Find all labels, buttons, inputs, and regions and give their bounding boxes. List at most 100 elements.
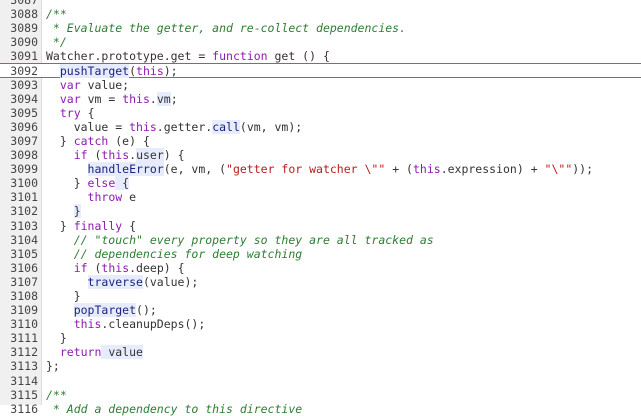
code-line[interactable]: 3103 } finally { [0, 219, 641, 233]
code-line[interactable]: 3093 var value; [0, 78, 641, 92]
line-number: 3098 [10, 148, 38, 163]
code-token: finally [73, 218, 123, 233]
code-line[interactable]: 3097 } catch (e) { [0, 134, 641, 148]
code-token: if [73, 260, 88, 275]
line-number: 3106 [10, 260, 38, 275]
code-token: popTarget [73, 303, 137, 318]
line-code: handleError(e, vm, ("getter for watcher … [46, 162, 594, 177]
line-number: 3107 [10, 274, 38, 289]
code-token: } [46, 331, 67, 346]
code-token: . [149, 91, 157, 106]
code-token: user [136, 148, 164, 163]
line-code: var value; [46, 78, 129, 92]
line-code: Watcher.prototype.get = function get () … [46, 49, 330, 63]
line-code: this.cleanupDeps(); [46, 317, 206, 332]
code-line[interactable]: 3106 if (this.deep) { [0, 261, 641, 275]
line-code: try { [46, 106, 95, 120]
code-line[interactable]: 3108 } [0, 289, 641, 303]
code-line[interactable]: 3091 Watcher.prototype.get = function get… [0, 49, 641, 63]
line-number: 3110 [10, 317, 38, 332]
code-token: this [136, 64, 164, 79]
code-token: /** [46, 7, 67, 22]
code-token: } [46, 218, 74, 233]
code-token: vm = [80, 91, 123, 106]
line-number: 3100 [10, 176, 38, 191]
code-token: } [46, 176, 88, 191]
code-token: */ [46, 35, 67, 50]
code-token: { [115, 176, 130, 191]
line-code: throw e [46, 190, 136, 204]
code-token: var [59, 77, 81, 92]
code-line[interactable]: 3095 try { [0, 106, 641, 120]
code-token: throw [87, 190, 123, 205]
code-line[interactable]: 3112 return value [0, 345, 641, 360]
code-line[interactable]: 3116 * Add a dependency to this directiv… [0, 402, 641, 416]
code-line[interactable]: 3090 */ [0, 35, 641, 49]
code-line[interactable]: 3105 // dependencies for deep watching [0, 247, 641, 261]
code-token: return [59, 345, 102, 360]
line-number: 3089 [10, 21, 38, 36]
code-token: ); [163, 64, 178, 79]
code-token: .cleanupDeps(); [101, 317, 206, 332]
code-token: "\"" [544, 162, 573, 177]
line-code: * Add a dependency to this directive [46, 402, 302, 416]
line-number: 3099 [10, 162, 38, 177]
line-code: * Evaluate the getter, and re-collect de… [46, 21, 406, 35]
code-token: function [212, 49, 268, 64]
code-line[interactable]: 3098 if (this.user) { [0, 148, 641, 163]
code-token: value = [46, 119, 130, 134]
line-code: pushTarget(this); [46, 64, 178, 79]
code-token: this [412, 162, 441, 177]
code-token: traverse [87, 274, 143, 289]
code-token: call [212, 119, 240, 134]
code-line[interactable]: 3113}; [0, 359, 641, 373]
code-line[interactable]: 3104 // "touch" every property so they a… [0, 233, 641, 247]
line-number: 3113 [10, 359, 38, 374]
code-line[interactable]: 3096 value = this.getter.call(vm, vm); [0, 119, 641, 134]
code-token: } [46, 133, 74, 148]
line-number: 3102 [10, 204, 38, 219]
code-token: e [122, 190, 137, 205]
line-number: 3109 [10, 303, 38, 318]
code-line[interactable]: 3115 /** [0, 388, 641, 402]
code-token: "getter for watcher \"" [226, 162, 386, 177]
code-token: value [101, 345, 143, 360]
line-code: return value [46, 345, 143, 360]
code-token: this [101, 260, 130, 275]
code-editor[interactable]: 3087 3088/** 3089 * Evaluate the getter, a… [0, 0, 641, 416]
line-number: 3108 [10, 288, 38, 303]
line-number: 3093 [10, 77, 38, 92]
line-code: } catch (e) { [46, 134, 150, 148]
code-line[interactable]: 3109 popTarget(); [0, 303, 641, 318]
code-line[interactable]: 3099 handleError(e, vm, ("getter for wat… [0, 162, 641, 177]
code-token: + ( [385, 162, 413, 177]
code-token: this [122, 91, 150, 106]
code-line[interactable]: 3100 } else { [0, 176, 641, 191]
code-line[interactable]: 3114 [0, 374, 641, 388]
code-token: try [59, 105, 81, 120]
line-number: 3114 [10, 373, 38, 388]
current-code-line[interactable]: 3092 pushTarget(this); [0, 63, 641, 79]
code-line[interactable]: 3111 } [0, 331, 641, 345]
code-line[interactable]: 3087 [0, 0, 641, 7]
code-line[interactable]: 3089 * Evaluate the getter, and re-colle… [0, 21, 641, 35]
code-token: // "touch" every property so they are al… [46, 232, 434, 247]
code-token: ) { [163, 148, 185, 163]
line-number: 3091 [10, 49, 38, 64]
code-line[interactable]: 3110 this.cleanupDeps(); [0, 317, 641, 331]
code-line[interactable]: 3088 /** [0, 7, 641, 21]
code-line[interactable]: 3102 } [0, 204, 641, 219]
code-token: } [46, 288, 81, 303]
code-token: Watcher.prototype.get = [46, 49, 213, 64]
code-token: }; [46, 359, 60, 374]
code-line[interactable]: 3107 traverse(value); [0, 274, 641, 289]
code-line[interactable]: 3101 throw e [0, 190, 641, 204]
code-token: * Add a dependency to this directive [46, 401, 303, 416]
code-line[interactable]: 3094 var vm = this.vm; [0, 91, 641, 106]
code-token: )); [572, 162, 594, 177]
